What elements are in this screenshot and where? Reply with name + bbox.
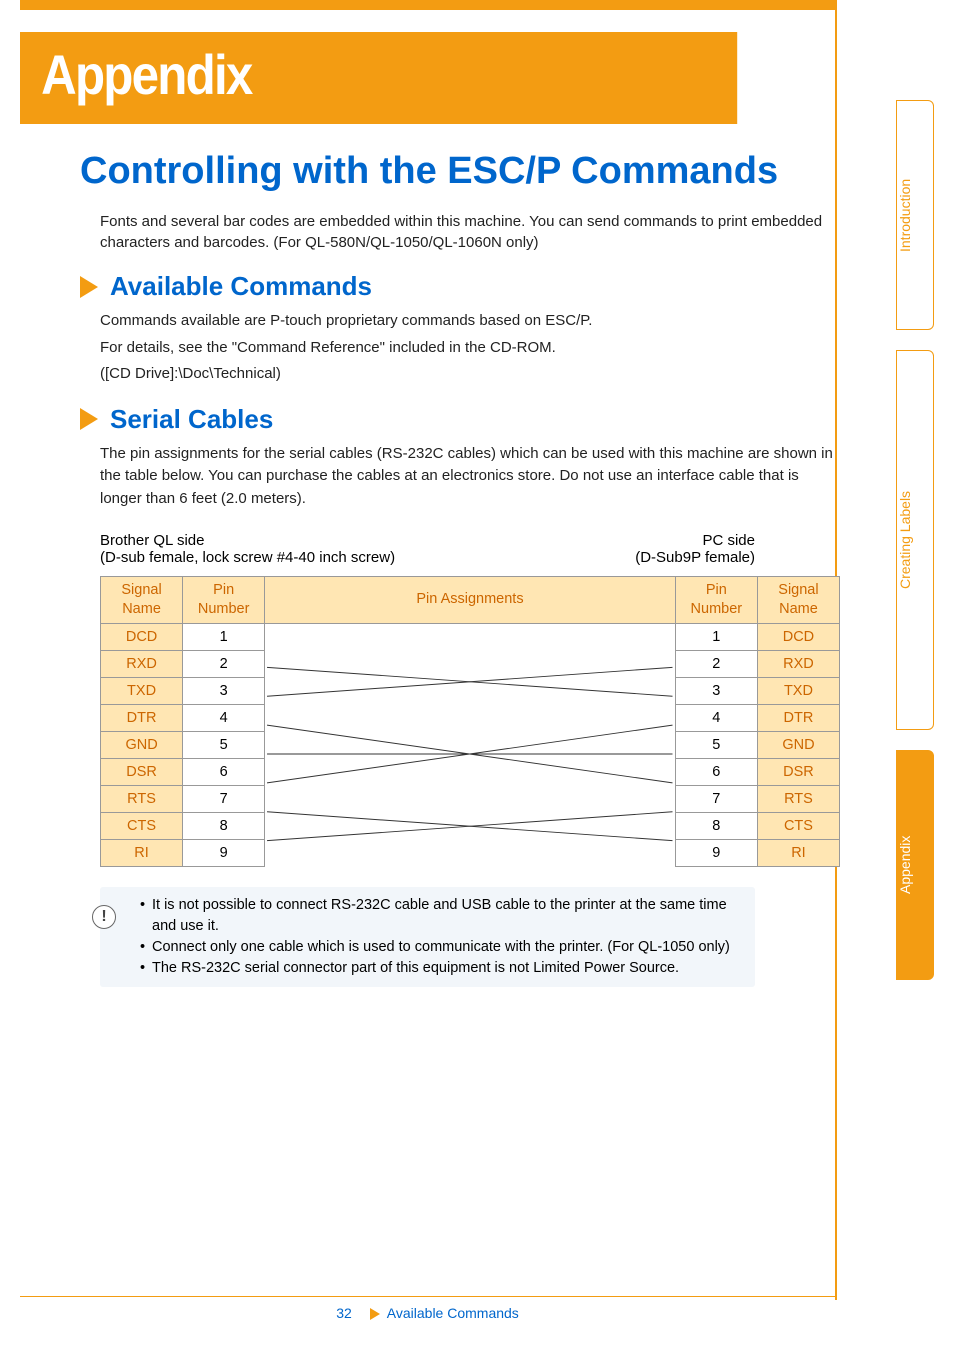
cell-pin-left: 1 [183, 623, 265, 650]
cell-signal-right: DTR [757, 704, 839, 731]
section-serial-cables-title: Serial Cables [110, 404, 273, 435]
note-line-1: •It is not possible to connect RS-232C c… [140, 895, 743, 937]
side-tab-creating-labels[interactable]: Creating Labels [896, 350, 934, 730]
cell-pin-right: 6 [675, 758, 757, 785]
main-content: Controlling with the ESC/P Commands Font… [20, 140, 835, 987]
cell-pin-right: 9 [675, 839, 757, 866]
available-commands-p1: Commands available are P-touch proprieta… [100, 310, 840, 333]
available-commands-p2: For details, see the "Command Reference"… [100, 337, 840, 360]
cell-pin-assignments-diagram [265, 623, 676, 866]
footer-triangle-icon [370, 1308, 380, 1320]
caution-icon: ! [92, 905, 116, 929]
serial-cables-paragraph: The pin assignments for the serial cable… [100, 443, 840, 511]
th-pin-left: Pin Number [183, 577, 265, 624]
pin-assignment-table: Signal Name Pin Number Pin Assignments P… [100, 576, 840, 867]
available-commands-p3: ([CD Drive]:\Doc\Technical) [100, 363, 840, 386]
chapter-banner: Appendix [20, 32, 737, 124]
cell-signal-right: TXD [757, 677, 839, 704]
cell-signal-right: RI [757, 839, 839, 866]
th-pin-right: Pin Number [675, 577, 757, 624]
page-title: Controlling with the ESC/P Commands [80, 150, 835, 193]
connector-left-sub: (D-sub female, lock screw #4-40 inch scr… [100, 549, 395, 566]
cell-pin-left: 2 [183, 650, 265, 677]
cell-signal-left: DCD [101, 623, 183, 650]
connector-right-sub: (D-Sub9P female) [635, 549, 755, 566]
connector-left-labels: Brother QL side (D-sub female, lock scre… [100, 532, 395, 566]
page-footer: 32 Available Commands [20, 1296, 835, 1321]
section-available-commands-title: Available Commands [110, 271, 372, 302]
cell-signal-left: RXD [101, 650, 183, 677]
footer-section-name: Available Commands [387, 1305, 519, 1321]
heading-triangle-icon [80, 408, 98, 430]
note-line-3: •The RS-232C serial connector part of th… [140, 958, 743, 979]
side-tab-appendix[interactable]: Appendix [896, 750, 934, 980]
cell-signal-right: DCD [757, 623, 839, 650]
cell-signal-left: GND [101, 731, 183, 758]
cell-signal-right: CTS [757, 812, 839, 839]
cell-signal-left: TXD [101, 677, 183, 704]
cell-signal-right: RTS [757, 785, 839, 812]
side-tab-introduction[interactable]: Introduction [896, 100, 934, 330]
cell-signal-left: DSR [101, 758, 183, 785]
connector-left-title: Brother QL side [100, 532, 395, 549]
cell-pin-left: 5 [183, 731, 265, 758]
note-line-2: •Connect only one cable which is used to… [140, 937, 743, 958]
cell-pin-left: 4 [183, 704, 265, 731]
cell-pin-right: 7 [675, 785, 757, 812]
top-strip [20, 0, 835, 10]
th-assignments: Pin Assignments [265, 577, 676, 624]
cell-pin-left: 9 [183, 839, 265, 866]
heading-triangle-icon [80, 276, 98, 298]
connector-right-title: PC side [635, 532, 755, 549]
cell-pin-right: 4 [675, 704, 757, 731]
connector-right-labels: PC side (D-Sub9P female) [635, 532, 755, 566]
caution-note-box: ! •It is not possible to connect RS-232C… [100, 887, 755, 987]
cell-pin-right: 1 [675, 623, 757, 650]
cell-signal-left: RI [101, 839, 183, 866]
cell-signal-right: DSR [757, 758, 839, 785]
section-available-commands-heading: Available Commands [80, 271, 835, 302]
page-number: 32 [336, 1305, 352, 1321]
cell-pin-right: 8 [675, 812, 757, 839]
cell-pin-left: 3 [183, 677, 265, 704]
th-signal-left: Signal Name [101, 577, 183, 624]
cell-signal-right: RXD [757, 650, 839, 677]
intro-paragraph: Fonts and several bar codes are embedded… [100, 211, 830, 253]
th-signal-right: Signal Name [757, 577, 839, 624]
table-row: DCD11DCD [101, 623, 840, 650]
cell-pin-left: 6 [183, 758, 265, 785]
cell-signal-left: DTR [101, 704, 183, 731]
side-tab-label: Appendix [897, 836, 913, 894]
cell-pin-left: 7 [183, 785, 265, 812]
cell-pin-right: 5 [675, 731, 757, 758]
cell-pin-right: 2 [675, 650, 757, 677]
cell-signal-left: RTS [101, 785, 183, 812]
side-tab-label: Introduction [897, 178, 913, 251]
chapter-banner-title: Appendix [41, 43, 251, 106]
cell-pin-right: 3 [675, 677, 757, 704]
connector-labels-row: Brother QL side (D-sub female, lock scre… [100, 532, 755, 566]
cell-signal-right: GND [757, 731, 839, 758]
section-serial-cables-heading: Serial Cables [80, 404, 835, 435]
cell-signal-left: CTS [101, 812, 183, 839]
cell-pin-left: 8 [183, 812, 265, 839]
side-tab-label: Creating Labels [897, 491, 913, 589]
